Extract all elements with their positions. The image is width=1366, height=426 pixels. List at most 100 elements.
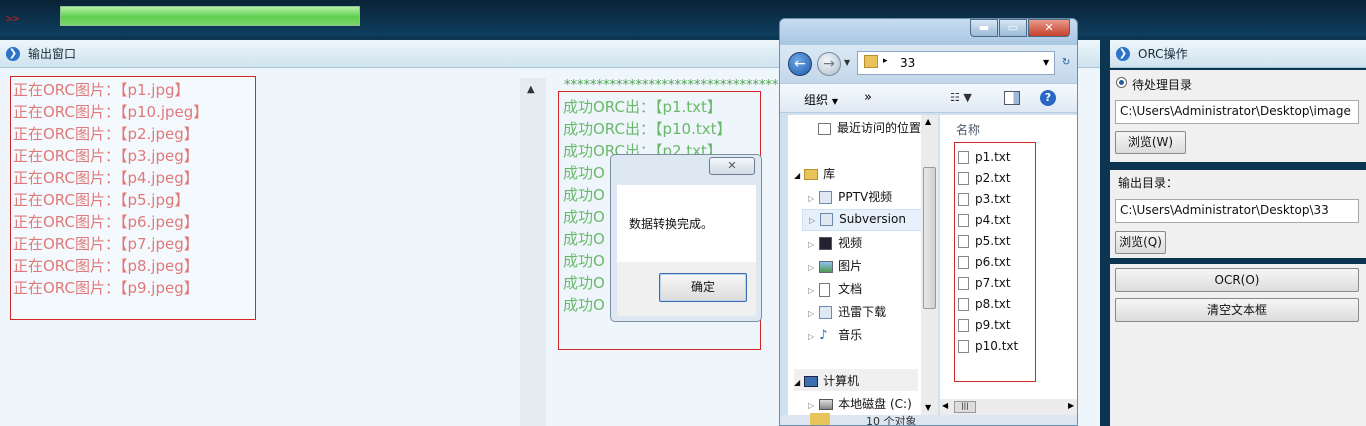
dialog-close-button[interactable]: ✕	[709, 157, 755, 175]
text-file-icon	[958, 151, 969, 164]
pending-path-input[interactable]: C:\Users\Administrator\Desktop\image	[1115, 100, 1359, 124]
log-line: 正在ORC图片：【p9.jpeg】	[13, 279, 199, 297]
nav-scrollbar[interactable]: ▲ ▼	[921, 115, 938, 425]
explorer-status-bar: 10 个对象	[780, 413, 1077, 426]
vertical-scrollbar[interactable]	[520, 78, 546, 426]
back-button[interactable]: ←	[788, 52, 812, 76]
file-item[interactable]: p2.txt	[958, 171, 1011, 185]
output-panel-title: 输出窗口	[28, 47, 77, 61]
browse-w-button[interactable]: 浏览(W)	[1115, 131, 1186, 154]
address-dropdown-icon[interactable]: ▼	[1043, 58, 1049, 67]
clear-text-button[interactable]: 清空文本框	[1115, 298, 1359, 322]
file-name: p3.txt	[975, 192, 1011, 206]
status-count: 10 个对象	[866, 415, 917, 426]
file-item[interactable]: p3.txt	[958, 192, 1011, 206]
file-item[interactable]: p4.txt	[958, 213, 1011, 227]
output-dir-label: 输出目录：	[1118, 176, 1179, 190]
computer-icon	[804, 376, 819, 387]
nav-label: 图片	[838, 259, 863, 273]
ok-button[interactable]: 确定	[659, 273, 747, 302]
browse-q-button[interactable]: 浏览(Q)	[1115, 231, 1166, 254]
log-line: 正在ORC图片：【p3.jpeg】	[13, 147, 199, 165]
file-list-pane: 名称 p1.txt p2.txt p3.txt p4.txt p5.txt p6…	[940, 115, 1077, 425]
file-item[interactable]: p9.txt	[958, 318, 1011, 332]
recent-places-icon	[818, 122, 831, 135]
library-icon	[804, 169, 819, 180]
log-line: 正在ORC图片：【p5.jpg】	[13, 191, 190, 209]
nav-item-recent[interactable]: 最近访问的位置	[818, 119, 921, 136]
orc-panel-title: ORC操作	[1138, 47, 1188, 61]
nav-item-pptv[interactable]: ▷ PPTV视频	[808, 188, 892, 205]
refresh-icon[interactable]: ↻	[1062, 57, 1070, 68]
nav-item-library[interactable]: ◢ 库	[794, 165, 835, 182]
nav-label: 音乐	[838, 328, 863, 342]
arrow-circle-icon: ❯	[1116, 46, 1130, 61]
file-name: p8.txt	[975, 297, 1011, 311]
file-name: p1.txt	[975, 150, 1011, 164]
nav-item-local-disk[interactable]: ▷ 本地磁盘 (C:)	[808, 395, 912, 412]
library-folder-icon	[820, 213, 834, 226]
file-name: p9.txt	[975, 318, 1011, 332]
navigation-pane: 最近访问的位置 ◢ 库 ▷ PPTV视频 ▷ Subversion ▷ 视频 ▷ 图片 ▷…	[788, 115, 938, 425]
column-header-name[interactable]: 名称	[956, 121, 980, 138]
file-item[interactable]: p6.txt	[958, 255, 1011, 269]
chevron-down-icon: ▼	[831, 97, 838, 106]
view-options-icon[interactable]: ☷ ▼	[950, 91, 972, 104]
preview-pane-icon[interactable]	[1004, 91, 1020, 105]
result-line: 成功ORC出：【p1.txt】	[563, 98, 722, 116]
address-field[interactable]: ▸ 33 ▼	[857, 51, 1055, 75]
log-line: 正在ORC图片：【p10.jpeg】	[13, 103, 209, 121]
organize-label: 组织	[804, 93, 829, 107]
scroll-up-icon[interactable]: ▲	[527, 84, 535, 95]
nav-item-subversion[interactable]: ▷ Subversion	[802, 209, 938, 231]
file-item[interactable]: p8.txt	[958, 297, 1011, 311]
library-folder-icon	[819, 306, 833, 319]
nav-item-music[interactable]: ▷ ♪ 音乐	[808, 326, 862, 343]
organize-menu[interactable]: 组织 ▼	[804, 91, 838, 108]
file-item[interactable]: p5.txt	[958, 234, 1011, 248]
file-item[interactable]: p1.txt	[958, 150, 1011, 164]
scrollbar-thumb[interactable]	[923, 167, 936, 309]
text-file-icon	[958, 214, 969, 227]
history-dropdown-icon[interactable]: ▼	[844, 58, 850, 67]
forward-button[interactable]: →	[817, 52, 841, 76]
log-line: 正在ORC图片：【p4.jpeg】	[13, 169, 199, 187]
minimize-button[interactable]: ▬	[970, 19, 998, 37]
nav-label: 视频	[838, 236, 863, 250]
arrow-circle-icon: ❯	[6, 46, 20, 61]
log-line: 正在ORC图片：【p2.jpeg】	[13, 125, 199, 143]
close-button[interactable]: ✕	[1028, 19, 1070, 37]
nav-label: 库	[823, 167, 836, 181]
nav-label: 迅雷下载	[838, 305, 887, 319]
file-item[interactable]: p7.txt	[958, 276, 1011, 290]
orc-panel: ❯ ORC操作 待处理目录 C:\Users\Administrator\Des…	[1110, 40, 1366, 426]
log-line: 正在ORC图片：【p8.jpeg】	[13, 257, 199, 275]
text-file-icon	[958, 172, 969, 185]
horizontal-scrollbar[interactable]: ◀ ||| ▶	[940, 399, 1077, 415]
orc-panel-header: ❯ ORC操作	[1110, 40, 1366, 68]
file-name: p2.txt	[975, 171, 1011, 185]
ocr-button[interactable]: OCR(O)	[1115, 268, 1359, 292]
pending-radio[interactable]	[1116, 77, 1127, 88]
file-item[interactable]: p10.txt	[958, 339, 1018, 353]
nav-item-video[interactable]: ▷ 视频	[808, 234, 862, 251]
file-name: p6.txt	[975, 255, 1011, 269]
nav-item-xunlei[interactable]: ▷ 迅雷下载	[808, 303, 886, 320]
result-line: 成功ORC出：【p10.txt】	[563, 120, 732, 138]
nav-item-computer[interactable]: ◢ 计算机	[794, 369, 918, 391]
log-line: 正在ORC图片：【p6.jpeg】	[13, 213, 199, 231]
nav-item-documents[interactable]: ▷ 文档	[808, 280, 862, 297]
actions-section: OCR(O) 清空文本框	[1110, 264, 1366, 426]
log-line: 正在ORC图片：【p7.jpeg】	[13, 235, 199, 253]
music-icon: ♪	[819, 328, 828, 343]
scrollbar-thumb[interactable]: |||	[954, 401, 976, 413]
nav-item-pictures[interactable]: ▷ 图片	[808, 257, 862, 274]
more-commands-button[interactable]: »	[864, 90, 872, 105]
source-log-textbox[interactable]: 正在ORC图片：【p1.jpg】 正在ORC图片：【p10.jpeg】 正在OR…	[10, 76, 256, 320]
address-bar-area: ← → ▼ ▸ 33 ▼ ↻	[780, 45, 1077, 83]
text-file-icon	[958, 319, 969, 332]
help-icon[interactable]: ?	[1040, 90, 1056, 106]
maximize-button[interactable]: ▭	[999, 19, 1027, 37]
output-path-input[interactable]: C:\Users\Administrator\Desktop\33	[1115, 199, 1359, 223]
expand-arrows[interactable]: >>	[6, 12, 19, 25]
